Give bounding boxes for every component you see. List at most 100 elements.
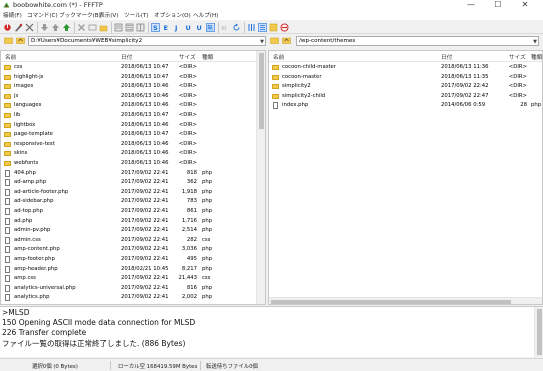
folder-row[interactable]: cocoon-master 2018/06/13 11:35 <DIR> [269, 73, 542, 83]
folder-icon [4, 141, 11, 147]
utf8bom-mode-icon[interactable]: U [195, 23, 204, 32]
local-col-size[interactable]: サイズ [179, 53, 196, 61]
mirror-upload-icon[interactable] [62, 23, 71, 32]
file-row[interactable]: admin-pv.php 2017/09/02 22:41 2,514 php [1, 226, 265, 236]
folder-row[interactable]: languages 2018/06/13 10:46 <DIR> [1, 101, 265, 111]
folder-row[interactable]: simplicity2-child 2017/09/02 22:47 <DIR> [269, 92, 542, 102]
menu-help[interactable]: ヘルプ(H) [193, 11, 218, 19]
file-row[interactable]: analytics.php 2017/09/02 22:41 2,002 php [1, 293, 265, 303]
remote-file-list[interactable]: 名前 日付 サイズ 種類 cocoon-child-master 2018/06/… [268, 50, 543, 305]
close-button[interactable]: ✕ [512, 0, 538, 10]
remote-folder-icon[interactable] [270, 37, 279, 44]
folder-row[interactable]: lightbox 2018/06/13 10:46 <DIR> [1, 121, 265, 131]
window-title: boobowhite.com (*) - FFFTP [13, 1, 103, 9]
remote-path-text: /wp-content/themes [299, 38, 356, 44]
chevron-down-icon[interactable]: ▼ [533, 38, 537, 45]
kana-convert-icon[interactable]: ｶﾅ [221, 23, 230, 32]
file-row[interactable]: amp.css 2017/09/02 22:41 21,443 css [1, 274, 265, 284]
file-row[interactable]: ad-sidebar.php 2017/09/02 22:41 783 php [1, 197, 265, 207]
file-row[interactable]: analytics-universal.php 2017/09/02 22:41 8… [1, 284, 265, 294]
folder-row[interactable]: cocoon-child-master 2018/06/13 11:36 <DIR> [269, 63, 542, 73]
detail-mode-icon[interactable] [258, 23, 267, 32]
mkdir-icon[interactable] [99, 23, 108, 32]
local-col-type[interactable]: 種類 [202, 53, 213, 61]
menu-options[interactable]: オプション(O) [154, 11, 191, 19]
remote-path-input[interactable]: /wp-content/themes ▼ [296, 36, 539, 46]
folder-icon [4, 103, 11, 109]
local-path-input[interactable]: D:¥Users¥Documents¥WEB¥simplicity2 ▼ [28, 36, 266, 46]
file-date: 2018/06/13 11:36 [441, 64, 489, 70]
scrollbar-thumb[interactable] [537, 309, 542, 355]
menu-bookmark[interactable]: ブックマーク(B) [59, 11, 101, 19]
connect-icon[interactable] [3, 23, 12, 32]
menu-command[interactable]: コマンド(C) [27, 11, 58, 19]
local-col-name[interactable]: 名前 [5, 53, 16, 61]
log-panel[interactable]: >MLSD 150 Opening ASCII mode data connec… [0, 306, 543, 357]
folder-row[interactable]: lib 2018/06/13 10:47 <DIR> [1, 111, 265, 121]
file-row[interactable]: admin.css 2017/09/02 22:41 282 css [1, 236, 265, 246]
disconnect-icon[interactable] [25, 23, 34, 32]
file-row[interactable]: ad-article-footer.php 2017/09/02 22:41 1,9… [1, 188, 265, 198]
folder-row[interactable]: highlight-js 2018/06/13 10:47 <DIR> [1, 73, 265, 83]
delete-icon[interactable] [77, 23, 86, 32]
folder-row[interactable]: responsive-test 2018/06/13 10:46 <DIR> [1, 140, 265, 150]
upfolder-icon[interactable] [114, 23, 123, 32]
abort-icon[interactable] [280, 23, 289, 32]
utf8-mode-icon[interactable]: U [184, 23, 193, 32]
file-row[interactable]: 404.php 2017/09/02 22:41 818 php [1, 169, 265, 179]
remote-col-type[interactable]: 種類 [531, 53, 542, 61]
toolbar-separator [111, 22, 112, 33]
rename-icon[interactable] [88, 23, 97, 32]
log-vertical-scrollbar[interactable] [534, 307, 543, 357]
file-row[interactable]: ad-top.php 2017/09/02 22:41 861 php [1, 207, 265, 217]
remote-col-date[interactable]: 日付 [441, 53, 452, 61]
local-up-icon[interactable] [16, 37, 25, 44]
folder-icon [4, 132, 11, 138]
local-file-list[interactable]: 名前 日付 サイズ 種類 css 2018/06/13 10:47 <DIR> hig… [0, 50, 266, 305]
remote-col-name[interactable]: 名前 [273, 53, 284, 61]
quick-connect-icon[interactable] [14, 23, 23, 32]
chevron-down-icon[interactable]: ▼ [260, 38, 264, 45]
sync-icon[interactable] [269, 23, 278, 32]
remote-col-size[interactable]: サイズ [509, 53, 526, 61]
file-row[interactable]: author-link.php 2017/09/02 22:411,234 php [1, 303, 265, 304]
folder-row[interactable]: page-template 2018/06/13 10:47 <DIR> [1, 130, 265, 140]
local-folder-icon[interactable] [4, 37, 13, 44]
refresh-icon[interactable] [232, 23, 241, 32]
file-row[interactable]: ad.php 2017/09/02 22:41 1,716 php [1, 217, 265, 227]
upload-icon[interactable] [51, 23, 60, 32]
folder-row[interactable]: css 2018/06/13 10:47 <DIR> [1, 63, 265, 73]
menu-connect[interactable]: 接続(F) [3, 11, 22, 19]
euc-mode-icon[interactable]: E [162, 23, 171, 32]
jis-mode-icon[interactable]: J [173, 23, 182, 32]
remote-up-icon[interactable] [282, 37, 291, 44]
file-name: skins [14, 150, 28, 157]
detail-view-icon[interactable] [136, 23, 145, 32]
file-row[interactable]: amp-content.php 2017/09/02 22:41 3,036 php [1, 245, 265, 255]
file-row[interactable]: amp-footer.php 2017/09/02 22:41 495 php [1, 255, 265, 265]
folder-row[interactable]: images 2018/06/13 10:46 <DIR> [1, 82, 265, 92]
local-vertical-scrollbar[interactable] [256, 51, 265, 304]
remote-horizontal-scrollbar[interactable] [269, 297, 542, 304]
folder-row[interactable]: webfonts 2018/06/13 10:46 <DIR> [1, 159, 265, 169]
local-col-date[interactable]: 日付 [121, 53, 132, 61]
list-view-icon[interactable] [125, 23, 134, 32]
maximize-button[interactable]: ☐ [485, 0, 511, 10]
folder-row[interactable]: skins 2018/06/13 10:46 <DIR> [1, 149, 265, 159]
download-icon[interactable] [40, 23, 49, 32]
status-separator [110, 361, 111, 370]
file-type: php [202, 198, 213, 205]
no-convert-icon[interactable]: 無 [206, 23, 215, 32]
sjis-mode-icon[interactable]: S [151, 23, 160, 32]
list-mode-icon[interactable] [247, 23, 256, 32]
file-row[interactable]: ad-amp.php 2017/09/02 22:41 362 php [1, 178, 265, 188]
scrollbar-thumb[interactable] [271, 300, 511, 304]
minimize-button[interactable]: — [458, 0, 484, 10]
menu-tools[interactable]: ツール(T) [124, 11, 149, 19]
file-row[interactable]: amp-header.php 2018/02/21 10:45 8,217 php [1, 265, 265, 275]
menu-view[interactable]: 表示(V) [99, 11, 118, 19]
folder-row[interactable]: js 2018/06/13 10:46 <DIR> [1, 92, 265, 102]
scrollbar-thumb[interactable] [259, 53, 264, 129]
folder-row[interactable]: simplicity2 2017/09/02 22:42 <DIR> [269, 82, 542, 92]
file-row[interactable]: index.php 2014/06/06 0:59 28 php [269, 101, 542, 111]
